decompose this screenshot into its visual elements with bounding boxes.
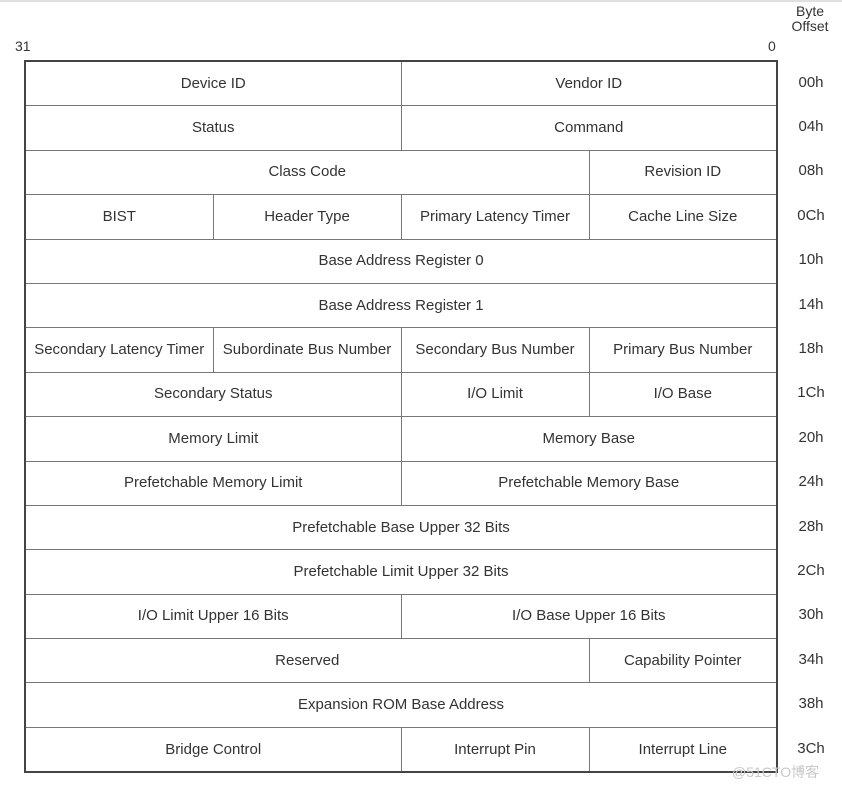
- byte-offset-label: 0Ch: [797, 206, 825, 224]
- register-field: Memory Limit: [24, 416, 402, 462]
- bit-0-label: 0: [768, 38, 776, 54]
- register-field: I/O Base Upper 16 Bits: [400, 593, 778, 640]
- register-row: Memory Limit Memory Base: [24, 416, 778, 462]
- byte-offset-label: 14h: [798, 295, 824, 313]
- byte-offset-label: 18h: [798, 340, 824, 358]
- register-field: Reserved: [24, 638, 590, 684]
- register-row: Base Address Register 0: [24, 238, 778, 284]
- register-field: I/O Limit Upper 16 Bits: [24, 593, 402, 640]
- register-field: Interrupt Pin: [400, 726, 590, 773]
- register-field: Subordinate Bus Number: [212, 327, 402, 373]
- register-field: Prefetchable Base Upper 32 Bits: [24, 504, 778, 551]
- byte-offset-label: 04h: [798, 118, 824, 136]
- byte-offset-label: 38h: [798, 695, 824, 713]
- register-row: Status Command: [24, 105, 778, 151]
- byte-offset-label: 34h: [798, 650, 824, 668]
- register-field: Class Code: [24, 149, 590, 196]
- register-field: Primary Latency Timer: [400, 194, 590, 240]
- register-field: Secondary Latency Timer: [24, 327, 214, 373]
- byte-offset-label: 1Ch: [797, 384, 825, 402]
- register-field: I/O Limit: [400, 371, 590, 418]
- byte-offset-label: 28h: [798, 517, 824, 535]
- register-field: Base Address Register 0: [24, 238, 778, 284]
- register-row: I/O Limit Upper 16 Bits I/O Base Upper 16…: [24, 593, 778, 640]
- register-field: Device ID: [24, 60, 402, 107]
- register-field: Bridge Control: [24, 726, 402, 773]
- register-row: Reserved Capability Pointer: [24, 638, 778, 684]
- register-field: Prefetchable Memory Limit: [24, 460, 402, 506]
- register-field: Base Address Register 1: [24, 282, 778, 329]
- register-field: Secondary Bus Number: [400, 327, 590, 373]
- register-field: Vendor ID: [400, 60, 778, 107]
- register-row: Prefetchable Base Upper 32 Bits: [24, 504, 778, 551]
- byte-offset-label: 24h: [798, 473, 824, 491]
- register-field: Expansion ROM Base Address: [24, 682, 778, 728]
- config-space-register-table: Device ID Vendor ID Status Command Class Cod…: [24, 60, 778, 774]
- register-row: BIST Header Type Primary Latency Timer Cach…: [24, 194, 778, 240]
- register-row: Secondary Latency Timer Subordinate Bus N…: [24, 327, 778, 373]
- register-field: Cache Line Size: [588, 194, 778, 240]
- byte-offset-label: 10h: [798, 251, 824, 269]
- register-row: Class Code Revision ID: [24, 149, 778, 196]
- register-field: Primary Bus Number: [588, 327, 778, 373]
- register-row: Device ID Vendor ID: [24, 60, 778, 107]
- byte-offset-column: 00h 04h 08h 0Ch 10h 14h 18h 1Ch 20h 24h 28h 2Ch 30h 3…: [780, 60, 842, 770]
- register-row: Secondary Status I/O Limit I/O Base: [24, 371, 778, 418]
- register-field: Secondary Status: [24, 371, 402, 418]
- register-row: Prefetchable Limit Upper 32 Bits: [24, 549, 778, 595]
- byte-offset-label: 00h: [798, 73, 824, 91]
- register-row: Prefetchable Memory Limit Prefetchable Me…: [24, 460, 778, 506]
- byte-offset-label: 30h: [798, 606, 824, 624]
- register-field: Prefetchable Limit Upper 32 Bits: [24, 549, 778, 595]
- register-field: Command: [400, 105, 778, 151]
- register-field: BIST: [24, 194, 214, 240]
- watermark: @51CTO博客: [732, 764, 820, 780]
- register-field: Memory Base: [400, 416, 778, 462]
- register-row: Expansion ROM Base Address: [24, 682, 778, 728]
- register-field: I/O Base: [588, 371, 778, 418]
- byte-offset-line2: Offset: [791, 18, 829, 34]
- register-field: Header Type: [212, 194, 402, 240]
- bit-31-label: 31: [15, 38, 31, 54]
- register-row: Bridge Control Interrupt Pin Interrupt Lin…: [24, 726, 778, 773]
- register-field: Status: [24, 105, 402, 151]
- register-field: Capability Pointer: [588, 638, 778, 684]
- register-row: Base Address Register 1: [24, 282, 778, 329]
- byte-offset-label: 20h: [798, 428, 824, 446]
- byte-offset-header: Byte Offset: [780, 4, 840, 34]
- byte-offset-label: 2Ch: [797, 561, 825, 579]
- byte-offset-label: 08h: [798, 162, 824, 180]
- register-field: Prefetchable Memory Base: [400, 460, 778, 506]
- register-field: Revision ID: [588, 149, 778, 196]
- top-divider: [0, 0, 842, 2]
- byte-offset-line1: Byte: [795, 3, 824, 19]
